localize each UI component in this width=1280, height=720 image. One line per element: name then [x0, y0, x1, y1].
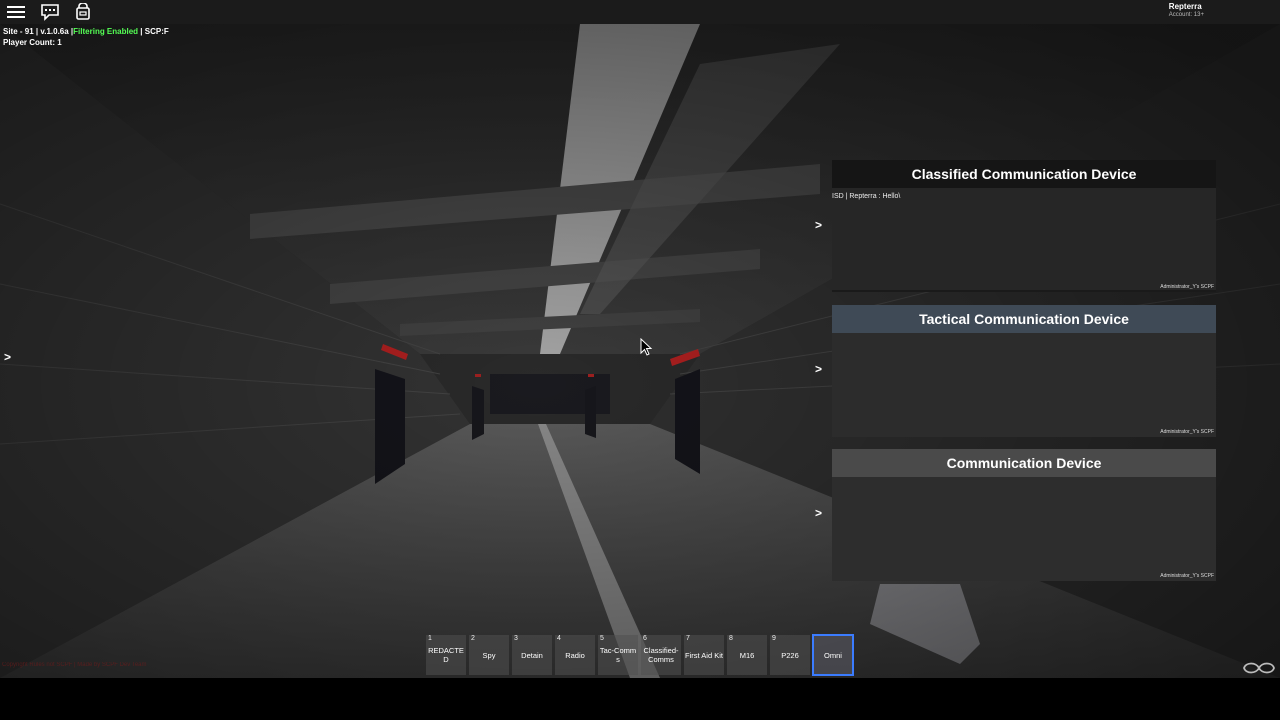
hotbar-slot-8[interactable]: 8 M16: [727, 635, 767, 675]
hotbar-slot-7[interactable]: 7 First Aid Kit: [684, 635, 724, 675]
chat-message: ISD | Repterra : Hello\: [832, 193, 901, 200]
slot-number: 9: [772, 635, 776, 642]
tactical-comm-panel: Tactical Communication Device Administra…: [832, 305, 1216, 437]
username: Repterra: [1168, 2, 1202, 11]
vr-headset-icon[interactable]: [1242, 660, 1276, 676]
slot-label: Omni: [824, 650, 842, 660]
panel-divider: [832, 290, 1216, 292]
hotbar-slot-2[interactable]: 2 Spy: [469, 635, 509, 675]
slot-label: Tac-Comms: [599, 646, 637, 664]
panel-2-toggle-arrow[interactable]: >: [815, 362, 822, 376]
filtering-status: Filtering Enabled: [73, 27, 139, 36]
site-version: Site - 91 | v.1.0.6a |: [3, 27, 74, 36]
hamburger-menu-icon[interactable]: [6, 3, 26, 21]
left-expand-arrow[interactable]: >: [4, 350, 11, 364]
slot-number: 5: [600, 635, 604, 642]
panel-credit: Administrator_Y's SCPF: [1160, 573, 1214, 579]
hotbar-slot-9[interactable]: 9 P226: [770, 635, 810, 675]
slot-number: 2: [471, 635, 475, 642]
mouse-cursor-icon: [640, 338, 653, 356]
slot-number: 3: [514, 635, 518, 642]
backpack-icon[interactable]: [73, 3, 93, 21]
inventory-hotbar: 1 REDACTED 2 Spy 3 Detain 4 Radio 5 Tac-Comms…: [426, 634, 854, 676]
panel-title: Tactical Communication Device: [832, 305, 1216, 333]
hotbar-slot-1[interactable]: 1 REDACTED: [426, 635, 466, 675]
panel-title: Communication Device: [832, 449, 1216, 477]
slot-number: 6: [643, 635, 647, 642]
panel-credit: Administrator_Y's SCPF: [1160, 429, 1214, 435]
player-count: Player Count: 1: [3, 38, 62, 47]
panel-1-toggle-arrow[interactable]: >: [815, 218, 822, 232]
slot-label: Spy: [482, 650, 496, 660]
panel-body: Administrator_Y's SCPF: [832, 477, 1216, 581]
slot-label: REDACTED: [428, 646, 464, 664]
server-info: Site - 91 | v.1.0.6a |Filtering Enabled …: [3, 26, 169, 48]
slot-number: 1: [428, 635, 432, 642]
hotbar-slot-omni[interactable]: Omni: [812, 634, 854, 676]
classified-comm-panel: Classified Communication Device ISD | Re…: [832, 160, 1216, 292]
copyright-text: Copyright Rules not SCPF | Made by SCPF …: [2, 662, 147, 668]
slot-label: First Aid Kit: [685, 650, 723, 660]
letterbox-bar: [0, 678, 1280, 720]
slot-label: P226: [781, 650, 799, 660]
slot-number: 4: [557, 635, 561, 642]
scp-label: | SCP:F: [140, 27, 169, 36]
panel-body: Administrator_Y's SCPF: [832, 333, 1216, 437]
slot-label: M16: [739, 650, 755, 660]
hotbar-slot-4[interactable]: 4 Radio: [555, 635, 595, 675]
hotbar-slot-5[interactable]: 5 Tac-Comms: [598, 635, 638, 675]
slot-label: Radio: [565, 650, 585, 660]
hotbar-slot-3[interactable]: 3 Detain: [512, 635, 552, 675]
user-info: Repterra Account: 13+: [1168, 2, 1204, 19]
slot-number: 7: [686, 635, 690, 642]
account-age: Account: 13+: [1168, 12, 1204, 18]
hotbar-slot-6[interactable]: 6 Classified-Comms: [641, 635, 681, 675]
panel-body: ISD | Repterra : Hello\ Administrator_Y'…: [832, 188, 1216, 292]
slot-label: Classified-Comms: [643, 646, 679, 664]
comm-device-panel: Communication Device Administrator_Y's S…: [832, 449, 1216, 581]
panel-title: Classified Communication Device: [832, 160, 1216, 188]
panel-3-toggle-arrow[interactable]: >: [815, 506, 822, 520]
roblox-top-bar: Repterra Account: 13+: [0, 0, 1280, 24]
slot-number: 8: [729, 635, 733, 642]
chat-icon[interactable]: [40, 3, 60, 21]
slot-label: Detain: [521, 650, 543, 660]
